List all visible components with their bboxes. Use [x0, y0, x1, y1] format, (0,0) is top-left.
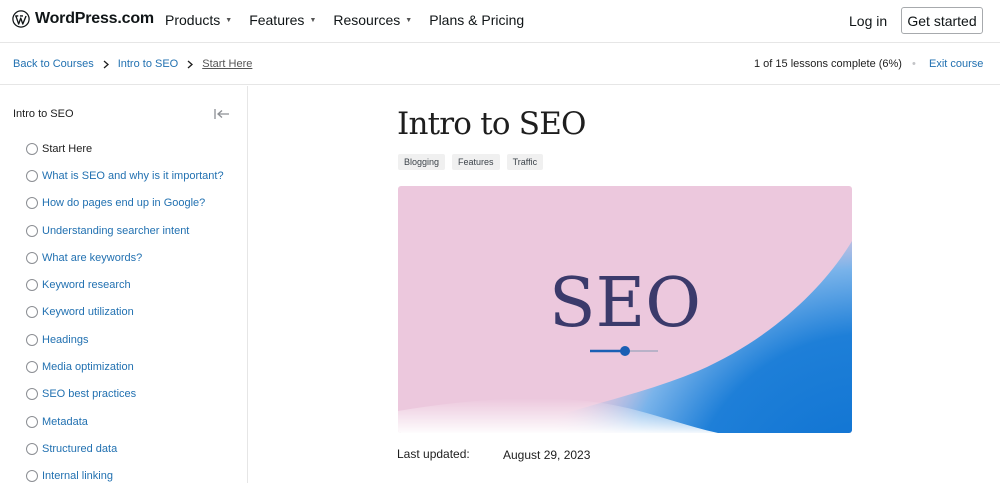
- lesson-item[interactable]: Headings: [26, 326, 224, 353]
- chevron-down-icon: ▼: [225, 16, 233, 24]
- login-link[interactable]: Log in: [849, 13, 887, 29]
- collapse-left-icon: [214, 109, 229, 119]
- lesson-status-radio[interactable]: [26, 251, 38, 264]
- lesson-label: Metadata: [42, 415, 88, 428]
- menu-features-label: Features: [249, 12, 305, 28]
- last-updated-label: Last updated:: [397, 447, 470, 461]
- lesson-item[interactable]: Structured data: [26, 435, 224, 462]
- lesson-item[interactable]: Media optimization: [26, 353, 224, 380]
- lesson-item[interactable]: What is SEO and why is it important?: [26, 162, 224, 189]
- tag-traffic[interactable]: Traffic: [506, 154, 544, 170]
- slider-thumb-icon: [620, 346, 630, 356]
- wordpress-logo-icon: [12, 10, 30, 28]
- lesson-label: Structured data: [42, 442, 118, 455]
- lesson-label: What is SEO and why is it important?: [42, 169, 224, 182]
- lesson-item[interactable]: What are keywords?: [26, 244, 224, 271]
- get-started-button[interactable]: Get started: [901, 7, 983, 34]
- lesson-list: Start Here What is SEO and why is it imp…: [26, 135, 224, 483]
- menu-plans-pricing-label: Plans & Pricing: [429, 12, 525, 28]
- chevron-right-icon: [103, 60, 109, 69]
- lesson-label: What are keywords?: [42, 251, 143, 264]
- lesson-item[interactable]: Keyword research: [26, 271, 224, 298]
- lesson-item[interactable]: Metadata: [26, 408, 224, 435]
- lesson-label: How do pages end up in Google?: [42, 197, 206, 210]
- exit-course-link[interactable]: Exit course: [929, 58, 983, 70]
- page-title: Intro to SEO: [397, 106, 586, 142]
- lesson-item[interactable]: How do pages end up in Google?: [26, 190, 224, 217]
- lesson-status-radio[interactable]: [26, 197, 38, 210]
- lesson-label: Media optimization: [42, 361, 134, 374]
- lesson-label: SEO best practices: [42, 388, 137, 401]
- lesson-item[interactable]: Internal linking: [26, 463, 224, 483]
- lesson-status-radio[interactable]: [26, 279, 38, 292]
- lesson-label: Start Here: [42, 142, 93, 155]
- lesson-status-radio[interactable]: [26, 442, 38, 455]
- last-updated-value: August 29, 2023: [503, 448, 591, 462]
- lesson-status-radio[interactable]: [26, 224, 38, 237]
- course-link[interactable]: Intro to SEO: [118, 58, 179, 70]
- chevron-down-icon: ▼: [309, 16, 317, 24]
- hero-seo-text: SEO: [549, 264, 701, 343]
- lesson-item[interactable]: SEO best practices: [26, 381, 224, 408]
- lesson-status-radio[interactable]: [26, 415, 38, 428]
- lesson-item[interactable]: Start Here: [26, 135, 224, 162]
- hero-image: SEO: [398, 186, 852, 433]
- course-breadcrumb-bar: Back to Courses Intro to SEO Start Here …: [0, 44, 1000, 85]
- lesson-status-radio[interactable]: [26, 388, 38, 401]
- tag-list: Blogging Features Traffic: [398, 154, 550, 170]
- menu-features[interactable]: Features ▼: [249, 12, 316, 28]
- lesson-item[interactable]: Understanding searcher intent: [26, 217, 224, 244]
- lesson-item[interactable]: Keyword utilization: [26, 299, 224, 326]
- chevron-right-icon: [187, 60, 194, 69]
- main-menu: Products ▼ Features ▼ Resources ▼ Plans & P…: [165, 12, 541, 28]
- menu-products-label: Products: [165, 12, 221, 28]
- lesson-label: Keyword utilization: [42, 306, 134, 319]
- sidebar-course-title: Intro to SEO: [13, 108, 74, 120]
- lesson-sidebar: Intro to SEO Start Here What is SEO and …: [0, 86, 248, 483]
- menu-products[interactable]: Products ▼: [165, 12, 232, 28]
- lesson-status-radio[interactable]: [26, 142, 38, 155]
- back-to-courses-link[interactable]: Back to Courses: [13, 58, 94, 70]
- menu-resources-label: Resources: [333, 12, 401, 28]
- lesson-label: Understanding searcher intent: [42, 224, 190, 237]
- collapse-sidebar-button[interactable]: [213, 107, 231, 121]
- wordpress-home-link[interactable]: WordPress.com: [12, 10, 154, 28]
- lesson-label: Keyword research: [42, 279, 131, 292]
- breadcrumb: Back to Courses Intro to SEO Start Here: [13, 58, 252, 70]
- lesson-status-radio[interactable]: [26, 306, 38, 319]
- current-lesson-link[interactable]: Start Here: [202, 58, 252, 70]
- lesson-label: Internal linking: [42, 470, 113, 483]
- course-progress-text: 1 of 15 lessons complete (6%): [754, 58, 902, 70]
- brand-name: WordPress.com: [35, 10, 154, 27]
- menu-plans-pricing[interactable]: Plans & Pricing: [429, 12, 524, 28]
- lesson-status-radio[interactable]: [26, 169, 38, 182]
- lesson-status-radio[interactable]: [26, 361, 38, 374]
- tag-features[interactable]: Features: [452, 154, 500, 170]
- menu-resources[interactable]: Resources ▼: [333, 12, 412, 28]
- lesson-status-radio[interactable]: [26, 470, 38, 483]
- tag-blogging[interactable]: Blogging: [398, 154, 446, 170]
- lesson-status-radio[interactable]: [26, 333, 38, 346]
- lesson-label: Headings: [42, 333, 89, 346]
- chevron-down-icon: ▼: [405, 16, 413, 24]
- separator-dot: •: [912, 58, 916, 70]
- top-navigation: WordPress.com Products ▼ Features ▼ Resour…: [0, 0, 1000, 43]
